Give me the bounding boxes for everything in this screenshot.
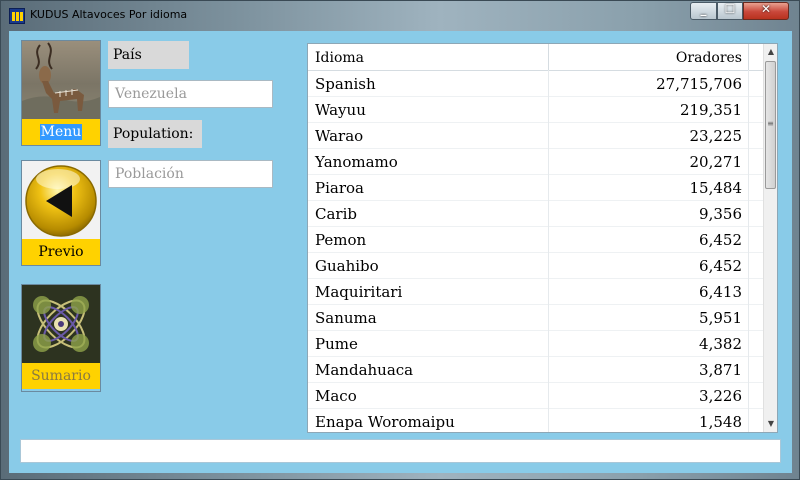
language-cell: Yanomamo	[308, 148, 549, 174]
language-cell: Spanish	[308, 70, 549, 96]
language-cell: Piaroa	[308, 174, 549, 200]
table-row[interactable]: Pume 4,382	[308, 330, 763, 357]
client-area: Menu Previo Sumario País Venezuela Popul…	[9, 31, 792, 473]
language-cell: Pemon	[308, 226, 549, 252]
status-bar	[20, 439, 781, 463]
scroll-up-icon[interactable]: ▲	[764, 44, 777, 60]
speakers-cell: 20,271	[549, 148, 749, 174]
previo-label: Previo	[22, 239, 100, 265]
language-cell: Carib	[308, 200, 549, 226]
table-row[interactable]: Maco 3,226	[308, 382, 763, 409]
scroll-down-icon[interactable]: ▼	[764, 416, 777, 432]
language-cell: Mandahuaca	[308, 356, 549, 382]
speakers-cell: 6,413	[549, 278, 749, 304]
maximize-button[interactable]: ☐	[717, 2, 743, 20]
speakers-cell: 5,951	[549, 304, 749, 330]
language-cell: Pume	[308, 330, 549, 356]
sumario-button[interactable]: Sumario	[21, 284, 101, 392]
sumario-label: Sumario	[22, 363, 100, 389]
speakers-cell: 15,484	[549, 174, 749, 200]
speakers-cell: 4,382	[549, 330, 749, 356]
speakers-cell: 27,715,706	[549, 70, 749, 96]
speakers-cell: 9,356	[549, 200, 749, 226]
language-cell: Enapa Woromaipu	[308, 408, 549, 432]
speakers-cell: 3,871	[549, 356, 749, 382]
back-arrow-orb-image	[22, 161, 100, 239]
menu-button[interactable]: Menu	[21, 40, 101, 146]
table-row[interactable]: Carib 9,356	[308, 200, 763, 227]
language-cell: Wayuu	[308, 96, 549, 122]
languages-grid[interactable]: Idioma Oradores Spanish 27,715,706 Wayuu 21…	[307, 43, 778, 433]
population-input[interactable]: Población	[108, 160, 273, 188]
speakers-cell: 1,548	[549, 408, 749, 432]
grid-header: Idioma Oradores	[308, 44, 763, 71]
table-row[interactable]: Mandahuaca 3,871	[308, 356, 763, 383]
grid-scrollbar[interactable]: ▲ ≡ ▼	[763, 44, 777, 432]
column-header-idioma[interactable]: Idioma	[308, 44, 549, 70]
table-row[interactable]: Warao 23,225	[308, 122, 763, 149]
table-row[interactable]: Wayuu 219,351	[308, 96, 763, 123]
language-cell: Maquiritari	[308, 278, 549, 304]
kudu-antelope-image	[22, 41, 100, 119]
maximize-icon: ☐	[724, 2, 736, 16]
country-label: País	[108, 41, 189, 69]
table-row[interactable]: Guahibo 6,452	[308, 252, 763, 279]
table-row[interactable]: Yanomamo 20,271	[308, 148, 763, 175]
speakers-cell: 23,225	[549, 122, 749, 148]
speakers-cell: 3,226	[549, 382, 749, 408]
speakers-cell: 6,452	[549, 252, 749, 278]
language-cell: Warao	[308, 122, 549, 148]
fractal-pattern-image	[22, 285, 100, 363]
minimize-button[interactable]: _	[690, 2, 717, 20]
window-title: KUDUS Altavoces Por idioma	[30, 8, 188, 21]
population-placeholder: Población	[115, 166, 184, 182]
app-window: KUDUS Altavoces Por idioma _ ☐ ✕ Menu Pr…	[0, 0, 800, 480]
speakers-cell: 219,351	[549, 96, 749, 122]
table-row[interactable]: Pemon 6,452	[308, 226, 763, 253]
title-bar[interactable]: KUDUS Altavoces Por idioma _ ☐ ✕	[1, 1, 799, 31]
close-button[interactable]: ✕	[743, 2, 789, 20]
language-cell: Maco	[308, 382, 549, 408]
table-row[interactable]: Maquiritari 6,413	[308, 278, 763, 305]
country-placeholder: Venezuela	[115, 86, 187, 102]
speakers-cell: 6,452	[549, 226, 749, 252]
close-icon: ✕	[760, 2, 772, 16]
language-cell: Guahibo	[308, 252, 549, 278]
minimize-icon: _	[700, 2, 707, 16]
table-row[interactable]: Sanuma 5,951	[308, 304, 763, 331]
table-row[interactable]: Enapa Woromaipu 1,548	[308, 408, 763, 432]
table-row[interactable]: Spanish 27,715,706	[308, 70, 763, 97]
menu-label: Menu	[22, 119, 100, 145]
country-input[interactable]: Venezuela	[108, 80, 273, 108]
language-cell: Sanuma	[308, 304, 549, 330]
column-header-oradores[interactable]: Oradores	[549, 44, 749, 70]
app-icon	[9, 8, 25, 24]
table-row[interactable]: Piaroa 15,484	[308, 174, 763, 201]
population-label: Population:	[108, 120, 202, 148]
previo-button[interactable]: Previo	[21, 160, 101, 266]
scroll-thumb[interactable]: ≡	[765, 61, 776, 189]
grip-icon: ≡	[767, 119, 774, 128]
